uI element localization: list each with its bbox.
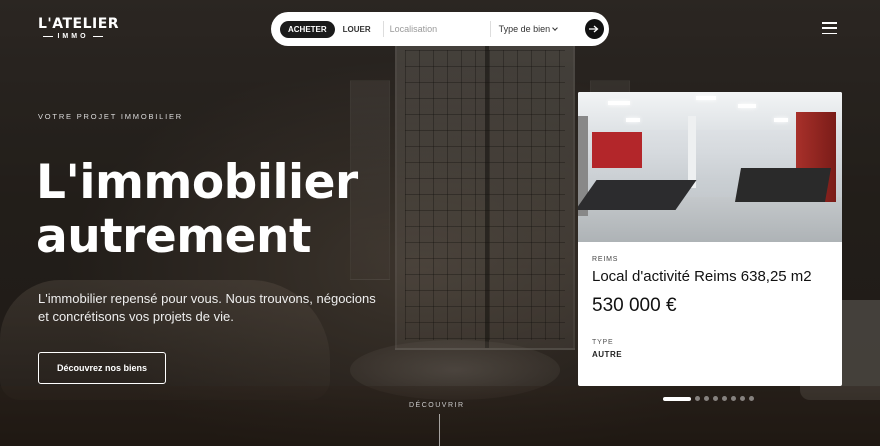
property-title[interactable]: Local d'activité Reims 638,25 m2 [592,268,828,285]
property-price: 530 000 € [592,295,677,316]
divider [489,21,491,37]
carousel-dot[interactable] [740,396,745,401]
chevron-down-icon [552,24,558,31]
carousel-dot[interactable] [749,396,754,401]
logo-wordmark-bottom: IMMO [57,33,89,40]
hero-headline: L'immobilier autrement [36,156,396,264]
buy-toggle-button[interactable]: ACHETER [280,20,335,38]
carousel-dot[interactable] [695,396,700,401]
property-type-select[interactable]: Type de bien [495,24,585,34]
carousel-dot[interactable] [704,396,709,401]
hero-headline-line-1: L'immobilier [36,155,358,210]
scroll-indicator-line [439,414,440,446]
featured-property-card[interactable]: REIMS Local d'activité Reims 638,25 m2 5… [578,92,842,386]
arrow-right-icon [589,25,599,33]
hero-subtitle: L'immobilier repensé pour vous. Nous tro… [38,291,376,324]
divider [382,21,384,37]
property-type-value: AUTRE [592,350,623,359]
hero-section: L'ATELIER IMMO ACHETER LOUER Type de bie… [0,0,880,446]
carousel-dot[interactable] [663,396,691,401]
rent-toggle-button[interactable]: LOUER [335,21,379,38]
property-type-heading: TYPE [592,339,614,346]
hero-headline-line-2: autrement [36,209,311,264]
property-photo [578,92,842,242]
property-search-bar: ACHETER LOUER Type de bien [271,12,609,46]
location-input[interactable] [387,24,486,34]
search-submit-button[interactable] [584,19,604,39]
carousel-dot[interactable] [731,396,736,401]
carousel-pagination [663,396,754,401]
hero-eyebrow: VOTRE PROJET IMMOBILIER [38,112,184,121]
logo-wordmark-top: L'ATELIER [38,16,120,32]
discover-properties-button[interactable]: Découvrez nos biens [38,352,166,384]
brand-logo[interactable]: L'ATELIER IMMO [38,16,120,41]
scroll-discover-label[interactable]: DÉCOUVRIR [409,402,465,409]
hamburger-menu-icon[interactable] [822,22,837,34]
property-city: REIMS [592,256,619,263]
carousel-dot[interactable] [713,396,718,401]
property-type-label: Type de bien [498,24,551,34]
carousel-dot[interactable] [722,396,727,401]
